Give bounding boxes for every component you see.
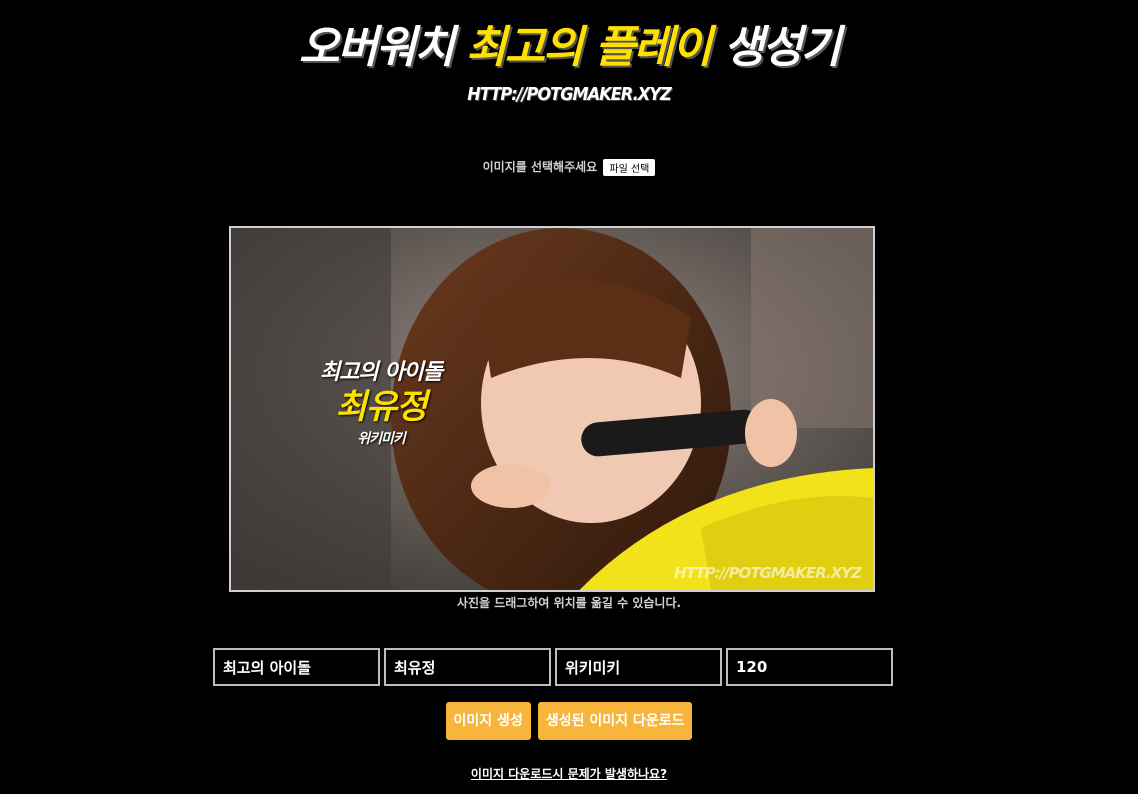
title-part2: 생성기: [710, 22, 841, 73]
title-part1: 오버워치: [298, 22, 467, 73]
size-input[interactable]: [726, 648, 893, 686]
file-picker: 이미지를 선택해주세요 파일 선택: [0, 158, 1138, 176]
page: 오버워치 최고의 플레이 생성기 HTTP://POTGMAKER.XYZ 이미…: [0, 0, 1138, 794]
title-highlight: 최고의 플레이: [466, 22, 712, 73]
overlay-line1: 최고의 아이돌: [319, 360, 443, 385]
file-picker-label: 이미지를 선택해주세요: [482, 160, 598, 174]
subtitle-input[interactable]: [555, 648, 722, 686]
download-help-link[interactable]: 이미지 다운로드시 문제가 발생하나요?: [0, 765, 1138, 782]
name-input[interactable]: [384, 648, 551, 686]
action-buttons: 이미지 생성 생성된 이미지 다운로드: [0, 702, 1138, 740]
title-input[interactable]: [213, 648, 380, 686]
download-image-button[interactable]: 생성된 이미지 다운로드: [537, 702, 693, 740]
generate-image-button[interactable]: 이미지 생성: [445, 702, 531, 740]
overlay-line2: 최유정: [335, 387, 428, 427]
choose-file-button[interactable]: 파일 선택: [603, 159, 656, 176]
watermark: HTTP://POTGMAKER.XYZ: [674, 564, 862, 582]
page-title: 오버워치 최고의 플레이 생성기: [0, 18, 1138, 78]
overlay-line3: 위키미키: [357, 431, 406, 447]
drag-hint: 사진을 드래그하여 위치를 옮길 수 있습니다.: [456, 596, 682, 610]
image-preview-canvas[interactable]: 최고의 아이돌 최유정 위키미키 HTTP://POTGMAKER.XYZ: [229, 226, 875, 592]
preview-overlay-text: 최고의 아이돌 최유정 위키미키: [291, 354, 471, 448]
site-url: HTTP://POTGMAKER.XYZ: [467, 84, 671, 105]
text-inputs: [213, 648, 893, 686]
